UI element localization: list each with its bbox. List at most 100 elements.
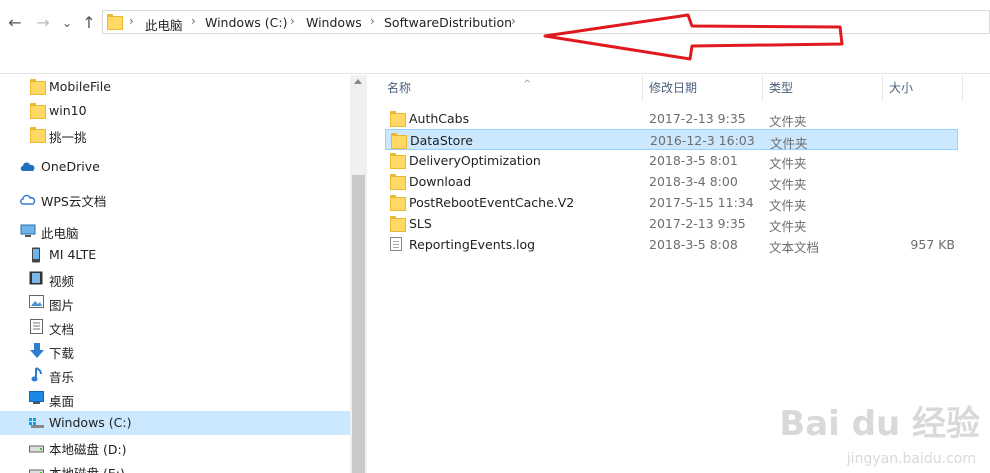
column-header-type[interactable]: 类型 — [763, 75, 883, 101]
nav-item-label: 本地磁盘 (E:) — [49, 463, 125, 473]
nav-item-label: MobileFile — [49, 79, 111, 94]
nav-item-label: win10 — [49, 103, 87, 118]
nav-item-label: Windows (C:) — [49, 415, 132, 430]
breadcrumb-separator[interactable]: › — [290, 14, 295, 28]
file-date: 2017-5-15 11:34 — [649, 195, 754, 210]
recent-locations-chevron-icon[interactable]: ⌄ — [58, 14, 76, 32]
download-icon — [30, 343, 44, 361]
nav-item-local-disk-e[interactable]: 本地磁盘 (E:) — [0, 459, 350, 473]
sort-ascending-icon: ^ — [523, 79, 532, 90]
folder-icon — [390, 153, 406, 169]
breadcrumb-this-pc[interactable]: 此电脑 — [145, 15, 183, 34]
file-name: Download — [409, 174, 472, 189]
nav-item-videos[interactable]: 视频 — [0, 267, 350, 291]
file-row-postrebooteventcache[interactable]: PostRebootEventCache.V2 2017-5-15 11:34 … — [385, 192, 958, 213]
file-name: PostRebootEventCache.V2 — [409, 195, 575, 210]
file-type: 文本文档 — [769, 240, 820, 255]
nav-item-documents[interactable]: 文档 — [0, 315, 350, 339]
computer-icon — [20, 224, 36, 241]
file-name: AuthCabs — [409, 111, 470, 126]
nav-item-windows-c[interactable]: Windows (C:) — [0, 411, 350, 435]
nav-item-label: 文档 — [49, 322, 75, 337]
column-header-label: 修改日期 — [649, 81, 698, 95]
nav-item-label: 音乐 — [49, 370, 75, 385]
nav-item-pictures[interactable]: 图片 — [0, 291, 350, 315]
navigation-pane-scrollbar[interactable] — [350, 75, 367, 473]
breadcrumb-softwaredistribution[interactable]: SoftwareDistribution — [384, 15, 512, 30]
nav-item-label: 挑一挑 — [49, 130, 87, 145]
column-header-label: 类型 — [769, 81, 794, 95]
folder-icon — [107, 14, 123, 30]
file-date: 2018-3-4 8:00 — [649, 174, 738, 189]
nav-item-wps-cloud[interactable]: WPS云文档 — [0, 187, 350, 211]
folder-icon — [30, 127, 46, 143]
breadcrumb-windows-c[interactable]: Windows (C:) — [205, 15, 287, 30]
file-date: 2016-12-3 16:03 — [650, 133, 755, 148]
nav-item-win10[interactable]: win10 — [0, 99, 350, 123]
file-type: 文件夹 — [769, 198, 807, 213]
column-header-name[interactable]: 名称 ^ — [381, 75, 643, 101]
file-row-datastore[interactable]: DataStore 2016-12-3 16:03 文件夹 — [385, 129, 958, 151]
file-type: 文件夹 — [769, 156, 807, 171]
file-row-deliveryoptimization[interactable]: DeliveryOptimization 2018-3-5 8:01 文件夹 — [385, 150, 958, 171]
nav-item-this-pc[interactable]: 此电脑 — [0, 219, 350, 243]
drive-icon — [29, 442, 44, 456]
phone-icon — [30, 247, 42, 266]
folder-icon — [30, 103, 46, 119]
folder-icon — [390, 216, 406, 232]
drive-icon — [29, 416, 44, 431]
scrollbar-thumb[interactable] — [352, 175, 365, 473]
navigation-bar: ← → ⌄ ↑ › 此电脑 › Windows (C:) › Windows ›… — [0, 0, 990, 46]
nav-item-downloads[interactable]: 下载 — [0, 339, 350, 363]
text-file-icon — [390, 237, 402, 251]
breadcrumb-windows[interactable]: Windows — [306, 15, 362, 30]
address-bar[interactable]: › 此电脑 › Windows (C:) › Windows › Softwar… — [102, 10, 990, 34]
nav-item-mi-4lte[interactable]: MI 4LTE — [0, 243, 350, 267]
file-row-authcabs[interactable]: AuthCabs 2017-2-13 9:35 文件夹 — [385, 108, 958, 129]
file-type: 文件夹 — [769, 219, 807, 234]
wps-cloud-icon — [19, 192, 37, 209]
desktop-icon — [29, 391, 44, 407]
breadcrumb-separator[interactable]: › — [511, 14, 516, 28]
file-date: 2017-2-13 9:35 — [649, 111, 746, 126]
watermark-url: jingyan.baidu.com — [846, 451, 976, 467]
video-icon — [29, 271, 43, 288]
forward-arrow-icon[interactable]: → — [34, 14, 52, 32]
file-date: 2018-3-5 8:08 — [649, 237, 738, 252]
toolbar-strip — [0, 46, 990, 74]
document-icon — [30, 319, 43, 337]
watermark-logo: Bai du 经验 — [779, 404, 980, 444]
nav-item-label: 桌面 — [49, 394, 75, 409]
music-icon — [31, 367, 43, 385]
nav-item-desktop[interactable]: 桌面 — [0, 387, 350, 411]
nav-item-tiaoyitiao[interactable]: 挑一挑 — [0, 123, 350, 147]
file-date: 2018-3-5 8:01 — [649, 153, 738, 168]
breadcrumb-separator[interactable]: › — [191, 14, 196, 28]
nav-item-label: 本地磁盘 (D:) — [49, 442, 127, 457]
file-row-download[interactable]: Download 2018-3-4 8:00 文件夹 — [385, 171, 958, 192]
nav-item-onedrive[interactable]: OneDrive — [0, 155, 350, 179]
nav-item-label: MI 4LTE — [49, 247, 97, 262]
picture-icon — [29, 295, 44, 311]
file-name: DeliveryOptimization — [409, 153, 541, 168]
nav-item-local-disk-d[interactable]: 本地磁盘 (D:) — [0, 435, 350, 459]
file-row-reportingevents-log[interactable]: ReportingEvents.log 2018-3-5 8:08 文本文档 9… — [385, 234, 958, 255]
nav-item-mobilefile[interactable]: MobileFile — [0, 75, 350, 99]
folder-icon — [30, 79, 46, 95]
back-arrow-icon[interactable]: ← — [6, 14, 24, 32]
file-name: ReportingEvents.log — [409, 237, 536, 252]
cloud-icon — [19, 160, 37, 175]
file-row-sls[interactable]: SLS 2017-2-13 9:35 文件夹 — [385, 213, 958, 234]
up-arrow-icon[interactable]: ↑ — [80, 14, 98, 32]
breadcrumb-separator[interactable]: › — [370, 14, 375, 28]
folder-icon — [390, 195, 406, 211]
breadcrumb-separator[interactable]: › — [129, 14, 134, 28]
column-header-label: 名称 — [387, 81, 412, 95]
column-header-size[interactable]: 大小 — [883, 75, 963, 101]
nav-item-music[interactable]: 音乐 — [0, 363, 350, 387]
column-header-date[interactable]: 修改日期 — [643, 75, 763, 101]
scroll-up-arrow-icon[interactable] — [354, 79, 362, 84]
nav-item-label: WPS云文档 — [41, 194, 107, 209]
file-size: 957 KB — [910, 237, 955, 252]
drive-icon — [29, 466, 44, 473]
